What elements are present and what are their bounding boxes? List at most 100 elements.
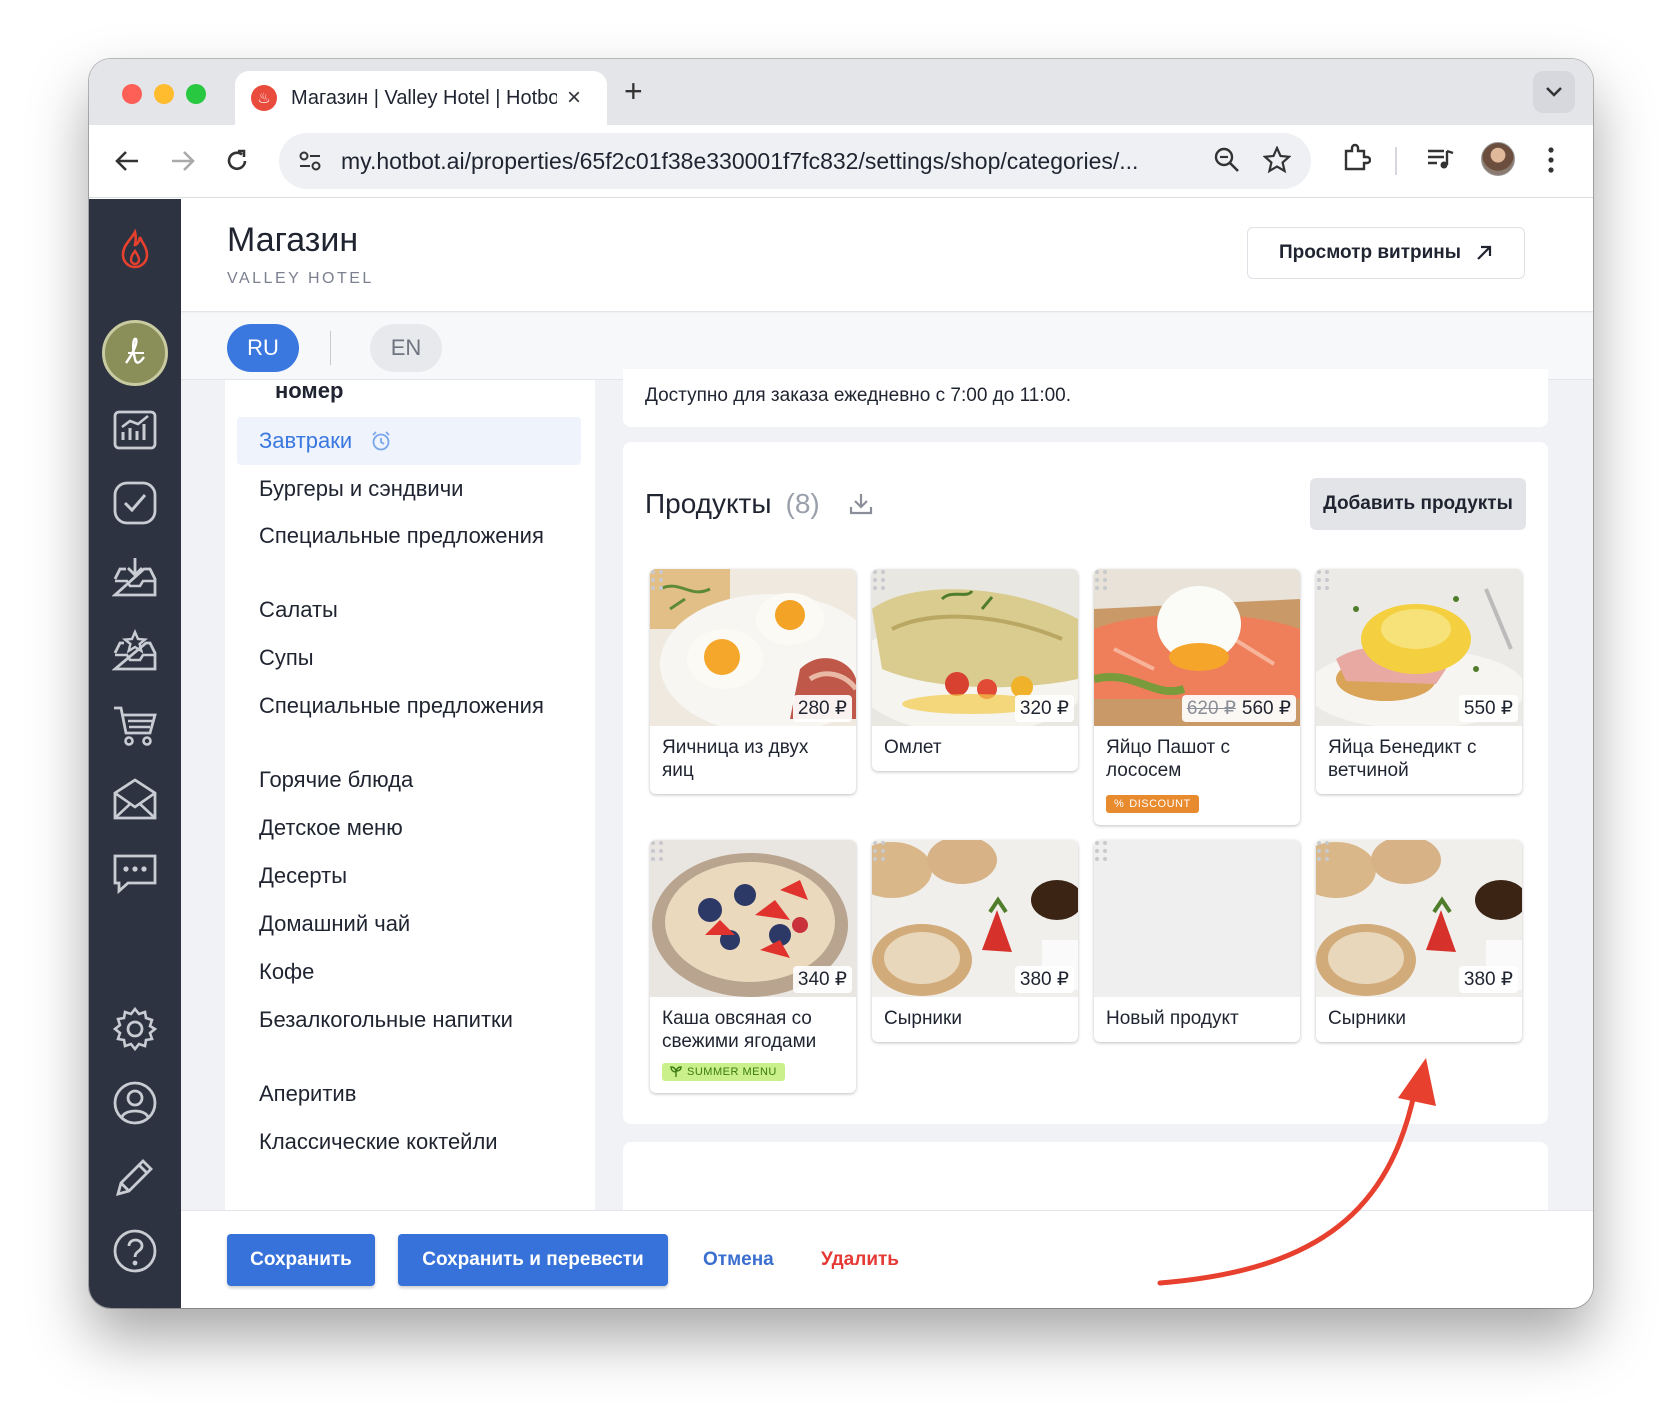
drag-handle-icon[interactable]	[872, 569, 886, 591]
tasks-check-icon[interactable]	[111, 479, 159, 527]
product-price: 280 ₽	[792, 695, 852, 722]
category-item[interactable]: Горячие блюда	[259, 766, 559, 793]
edit-pencil-icon[interactable]	[111, 1153, 159, 1201]
browser-menu-icon[interactable]	[1547, 145, 1555, 175]
product-name: Сырники	[1328, 1008, 1406, 1029]
tab-search-button[interactable]	[1533, 71, 1575, 113]
product-price: 380 ₽	[1014, 966, 1074, 993]
hotbot-logo-icon[interactable]	[111, 225, 159, 273]
reviews-star-icon[interactable]	[111, 627, 159, 675]
drag-handle-icon[interactable]	[650, 840, 664, 862]
reload-icon[interactable]	[221, 145, 253, 177]
tab-title: Магазин | Valley Hotel | Hotbot	[291, 86, 557, 109]
back-icon[interactable]	[111, 145, 143, 177]
sprout-icon	[670, 1066, 682, 1077]
close-tab-icon[interactable]: ×	[567, 84, 581, 112]
product-card[interactable]: 320 ₽ Омлет	[872, 569, 1078, 771]
drag-handle-icon[interactable]	[872, 840, 886, 862]
category-item[interactable]: Десерты	[259, 862, 559, 889]
external-link-arrow-icon	[1477, 245, 1492, 260]
window-controls	[122, 84, 206, 104]
maximize-window-button[interactable]	[186, 84, 206, 104]
browser-tab[interactable]: ♨ Магазин | Valley Hotel | Hotbot ×	[235, 71, 607, 125]
category-item[interactable]: Специальные предложения	[259, 522, 559, 549]
export-download-icon[interactable]	[848, 491, 874, 517]
property-avatar[interactable]	[102, 320, 168, 386]
save-and-translate-button[interactable]: Сохранить и перевести	[398, 1234, 668, 1286]
products-title: Продукты	[645, 488, 772, 519]
category-item[interactable]: Детское меню	[259, 814, 559, 841]
bookmark-star-icon[interactable]	[1263, 146, 1291, 174]
delete-button[interactable]: Удалить	[821, 1249, 899, 1271]
side-rail	[89, 199, 181, 1308]
category-item[interactable]: Домашний чай	[259, 910, 559, 937]
cancel-button[interactable]: Отмена	[703, 1249, 774, 1271]
extensions-icon[interactable]	[1341, 143, 1371, 173]
drag-handle-icon[interactable]	[1094, 840, 1108, 862]
language-divider	[330, 331, 331, 365]
drag-handle-icon[interactable]	[1316, 840, 1330, 862]
close-window-button[interactable]	[122, 84, 142, 104]
product-card[interactable]: 380 ₽ Сырники	[872, 840, 1078, 1042]
category-item-active[interactable]: Завтраки	[237, 417, 581, 465]
category-item[interactable]: Супы	[259, 644, 559, 671]
profile-avatar[interactable]	[1481, 142, 1515, 176]
product-name: Яйца Бенедикт с ветчиной	[1328, 737, 1477, 781]
save-button[interactable]: Сохранить	[227, 1234, 375, 1286]
category-item[interactable]: Кофе	[259, 958, 559, 985]
product-name: Яичница из двух яиц	[662, 737, 809, 781]
signature-icon	[125, 337, 145, 364]
category-item[interactable]: Классические коктейли	[259, 1128, 559, 1155]
summer-menu-badge: SUMMER MENU	[662, 1063, 785, 1081]
category-item[interactable]: Салаты	[259, 596, 559, 623]
category-item[interactable]: Аперитив	[259, 1080, 559, 1107]
drag-handle-icon[interactable]	[1316, 569, 1330, 591]
language-tab-en[interactable]: EN	[370, 324, 442, 372]
alarm-clock-icon	[372, 431, 390, 451]
inbox-download-icon[interactable]	[111, 553, 159, 601]
zoom-icon[interactable]	[1213, 146, 1241, 174]
browser-window: ♨ Магазин | Valley Hotel | Hotbot × + my…	[89, 59, 1593, 1308]
shop-cart-icon[interactable]	[111, 701, 159, 749]
product-card[interactable]: 380 ₽ Сырники	[1316, 840, 1522, 1042]
product-card[interactable]: 340 ₽ Каша овсяная со свежими ягодами SU…	[650, 840, 856, 1093]
settings-gear-icon[interactable]	[111, 1005, 159, 1053]
category-item[interactable]: Специальные предложения	[259, 692, 559, 719]
minimize-window-button[interactable]	[154, 84, 174, 104]
products-count: (8)	[785, 488, 820, 519]
category-description: Доступно для заказа ежедневно с 7:00 до …	[645, 385, 1072, 406]
drag-handle-icon[interactable]	[1094, 569, 1108, 591]
product-old-price: 620 ₽	[1186, 698, 1236, 719]
chat-icon[interactable]	[111, 849, 159, 897]
drag-handle-icon[interactable]	[650, 569, 664, 591]
product-card[interactable]: Новый продукт	[1094, 840, 1300, 1042]
analytics-icon[interactable]	[111, 405, 159, 453]
category-item-cut[interactable]: номер	[275, 380, 343, 404]
help-question-icon[interactable]	[111, 1227, 159, 1275]
product-price: 380 ₽	[1458, 966, 1518, 993]
add-products-button[interactable]: Добавить продукты	[1310, 478, 1526, 530]
product-card[interactable]: 620 ₽560 ₽ Яйцо Пашот с лососем % DISCOU…	[1094, 569, 1300, 825]
product-name: Яйцо Пашот с лососем	[1106, 737, 1230, 781]
product-name: Каша овсяная со свежими ягодами	[662, 1008, 817, 1052]
product-card[interactable]: 550 ₽ Яйца Бенедикт с ветчиной	[1316, 569, 1522, 794]
preview-storefront-label: Просмотр витрины	[1279, 242, 1461, 263]
language-tab-ru[interactable]: RU	[227, 324, 299, 372]
category-active-label: Завтраки	[259, 428, 353, 453]
category-item[interactable]: Безалкогольные напитки	[259, 1006, 559, 1033]
site-settings-icon[interactable]	[295, 146, 325, 176]
address-bar[interactable]: my.hotbot.ai/properties/65f2c01f38e33000…	[279, 133, 1311, 189]
user-account-icon[interactable]	[111, 1079, 159, 1127]
new-tab-icon[interactable]: +	[624, 73, 643, 110]
media-controls-icon[interactable]	[1425, 143, 1455, 173]
bottom-action-bar: Сохранить Сохранить и перевести Отмена У…	[181, 1210, 1593, 1308]
mailing-envelope-icon[interactable]	[111, 775, 159, 823]
preview-storefront-button[interactable]: Просмотр витрины	[1247, 227, 1525, 279]
category-item[interactable]: Бургеры и сэндвичи	[259, 475, 559, 502]
forward-icon[interactable]	[167, 145, 199, 177]
product-price: 550 ₽	[1458, 695, 1518, 722]
percent-icon: %	[1114, 798, 1125, 810]
product-image-eggs-benedict: 550 ₽	[1316, 569, 1522, 726]
product-card[interactable]: 280 ₽ Яичница из двух яиц	[650, 569, 856, 794]
product-image-omelette: 320 ₽	[872, 569, 1078, 726]
